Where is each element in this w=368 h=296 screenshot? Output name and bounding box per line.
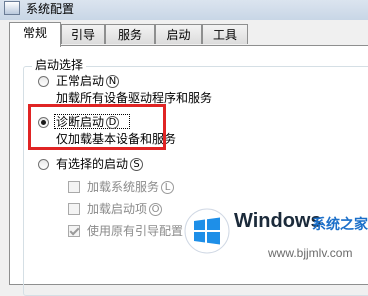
windows-logo-icon bbox=[184, 208, 230, 254]
use-original-boot-config-label[interactable]: 使用原有引导配置 bbox=[87, 224, 183, 238]
load-system-services-label[interactable]: 加载系统服务 L bbox=[87, 180, 175, 194]
load-startup-items-hotkey: O bbox=[149, 203, 163, 216]
watermark: Windows 系统之家 www.bjjmlv.com bbox=[180, 200, 368, 279]
title-bar: 系统配置 bbox=[0, 0, 368, 20]
selective-startup-label[interactable]: 有选择的启动 S bbox=[56, 157, 144, 171]
selective-startup-hotkey: S bbox=[130, 158, 144, 171]
tab-general[interactable]: 常规 bbox=[9, 22, 61, 47]
load-system-services-checkbox[interactable] bbox=[68, 181, 80, 193]
tab-tools[interactable]: 工具 bbox=[202, 24, 248, 44]
app-icon bbox=[4, 1, 20, 15]
tab-services[interactable]: 服务 bbox=[105, 24, 155, 44]
normal-startup-description: 加载所有设备驱动程序和服务 bbox=[56, 91, 213, 105]
selective-startup-radio[interactable] bbox=[38, 159, 49, 170]
watermark-brand: Windows bbox=[234, 210, 322, 232]
highlight-box bbox=[28, 104, 166, 150]
tab-bar: 常规 引导 服务 启动 工具 bbox=[0, 22, 368, 47]
normal-startup-hotkey: N bbox=[106, 75, 120, 88]
startup-selection-label: 启动选择 bbox=[32, 58, 87, 72]
watermark-brand-suffix: 系统之家 bbox=[312, 217, 368, 233]
window-title: 系统配置 bbox=[26, 2, 75, 16]
watermark-url: www.bjjmlv.com bbox=[268, 246, 353, 260]
normal-startup-radio[interactable] bbox=[38, 76, 49, 87]
normal-startup-label[interactable]: 正常启动 N bbox=[56, 74, 120, 88]
tab-boot[interactable]: 引导 bbox=[61, 24, 105, 44]
use-original-boot-config-checkbox[interactable] bbox=[68, 225, 80, 237]
load-startup-items-label[interactable]: 加载启动项 O bbox=[87, 202, 163, 216]
load-system-services-hotkey: L bbox=[161, 181, 175, 194]
load-startup-items-checkbox[interactable] bbox=[68, 203, 80, 215]
tab-startup[interactable]: 启动 bbox=[155, 24, 202, 44]
